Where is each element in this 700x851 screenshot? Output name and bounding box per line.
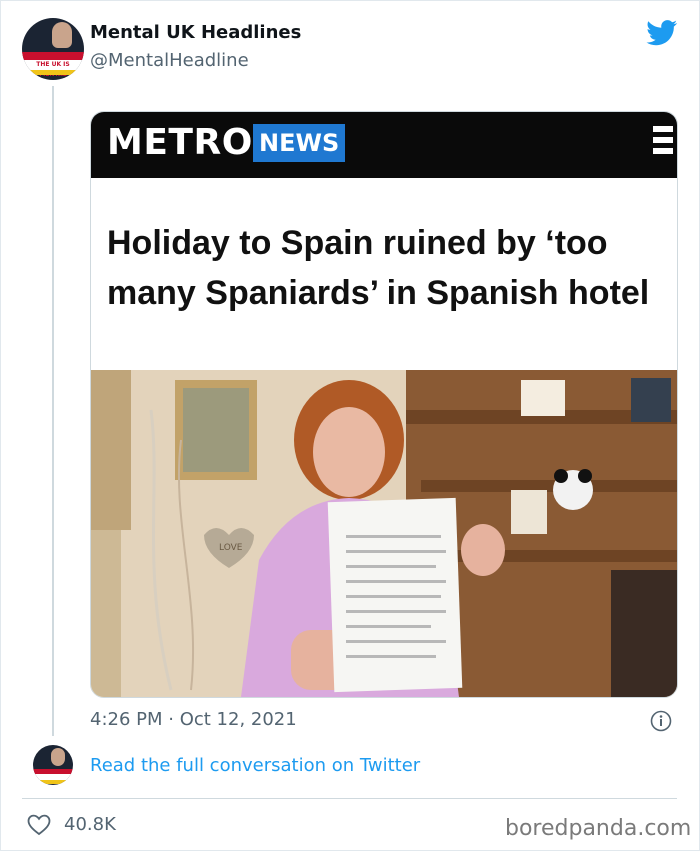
divider	[22, 798, 677, 799]
metro-logo: METRO	[107, 122, 253, 163]
like-count[interactable]: 40.8K	[64, 814, 116, 835]
article-headline: Holiday to Spain ruined by ‘too many Spa…	[107, 224, 650, 312]
news-badge: NEWS	[253, 124, 346, 162]
account-avatar-small[interactable]	[33, 745, 73, 785]
metro-header: METRO NEWS	[91, 112, 677, 178]
account-handle[interactable]: @MentalHeadline	[90, 50, 249, 71]
menu-icon	[653, 126, 673, 162]
media-card[interactable]: METRO NEWS Holiday to Spain ruined by ‘t…	[90, 111, 678, 698]
info-icon[interactable]	[650, 710, 672, 732]
account-display-name[interactable]: Mental UK Headlines	[90, 22, 301, 43]
account-avatar[interactable]: THE UK IS MENTAL	[22, 18, 84, 80]
twitter-bird-icon[interactable]	[646, 20, 678, 46]
article-photo: LOVE	[91, 370, 677, 697]
tweet-timestamp[interactable]: 4:26 PM · Oct 12, 2021	[90, 709, 297, 730]
photo-love-text: LOVE	[219, 543, 243, 553]
thread-line	[52, 86, 54, 736]
watermark: boredpanda.com	[505, 816, 692, 841]
read-conversation-link[interactable]: Read the full conversation on Twitter	[90, 755, 420, 776]
heart-icon[interactable]	[27, 814, 51, 836]
